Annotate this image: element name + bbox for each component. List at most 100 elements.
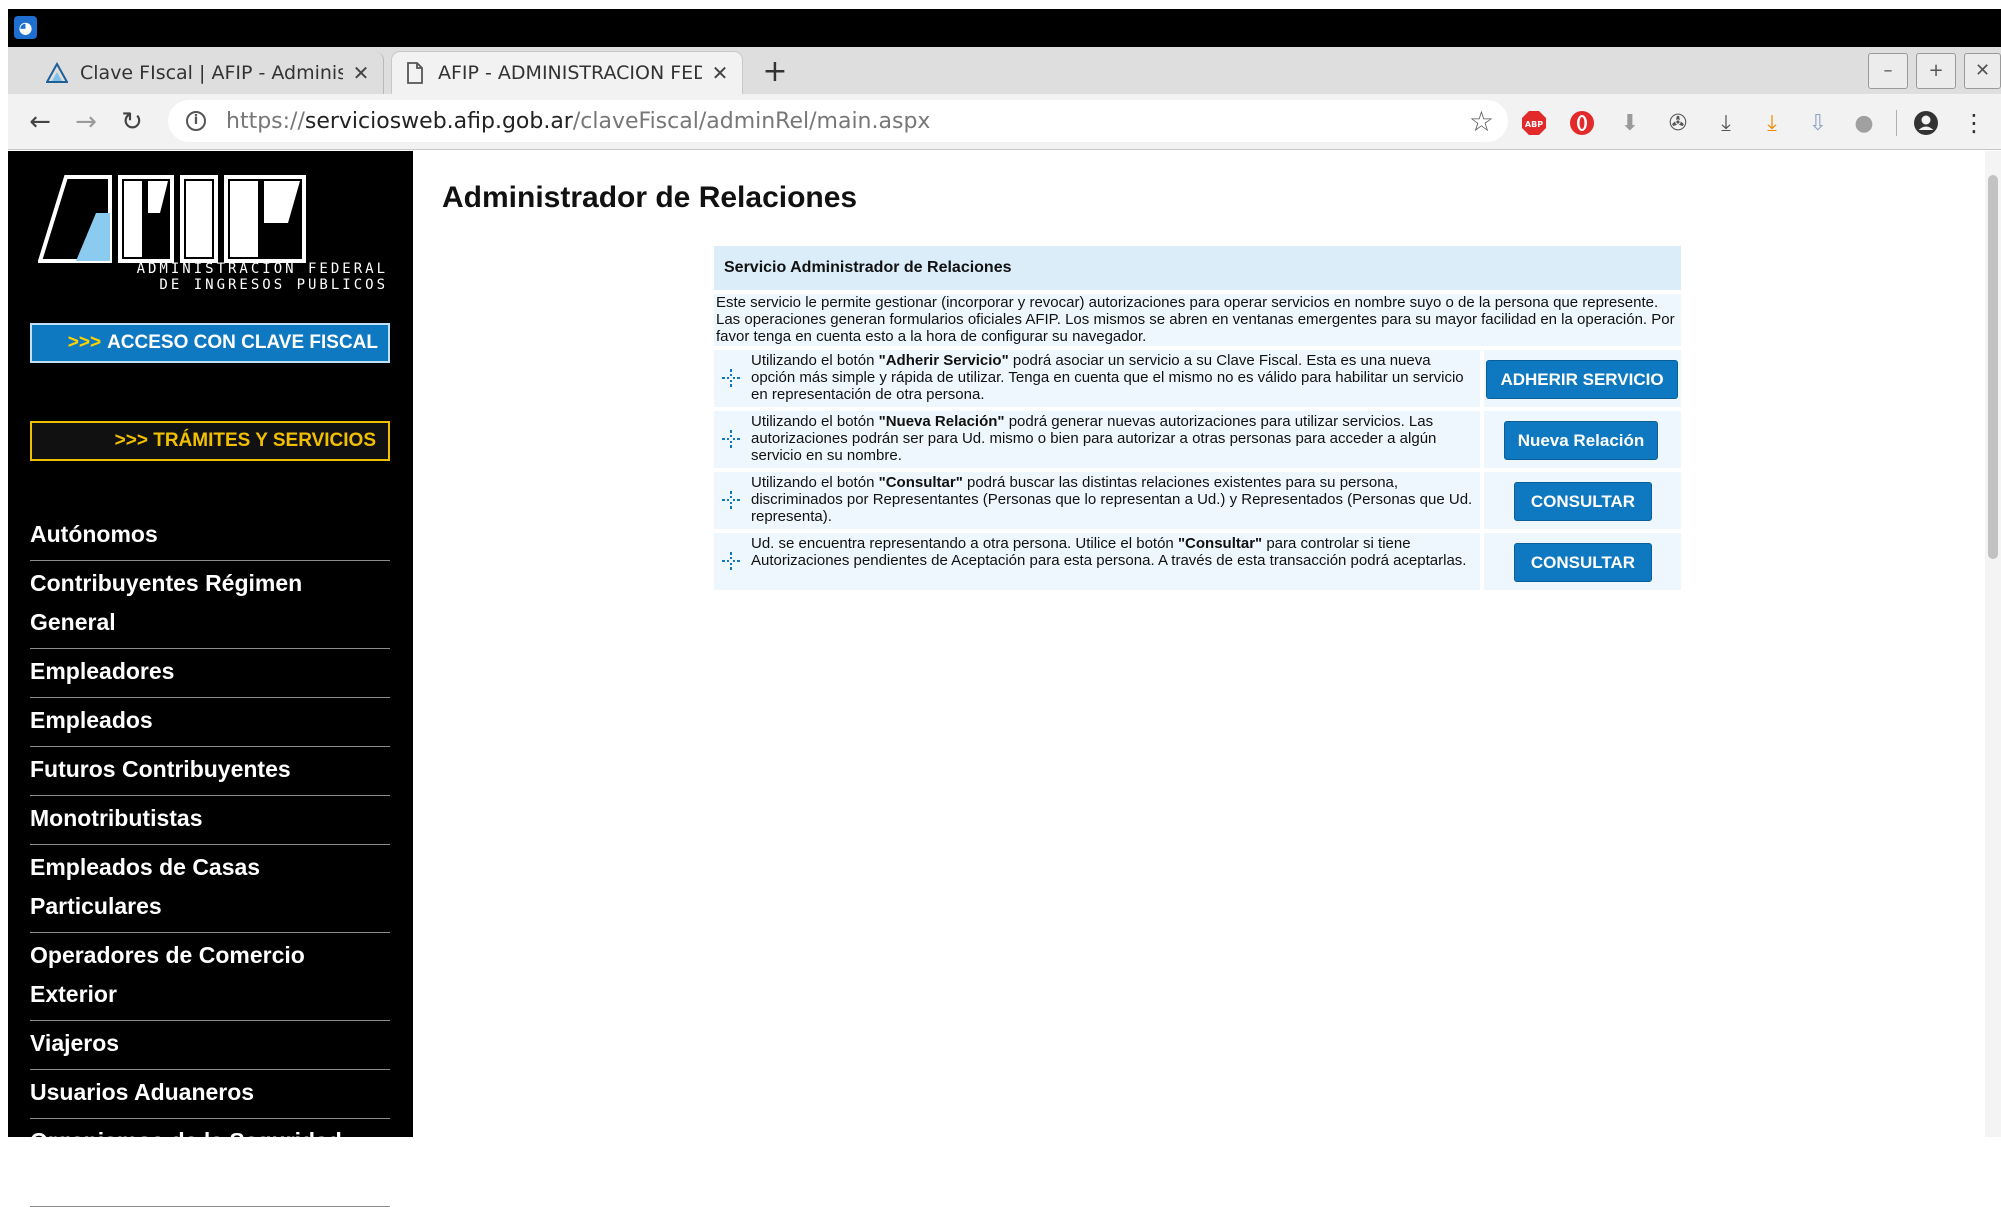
- sidebar-item-futuros-contribuyentes[interactable]: Futuros Contribuyentes: [30, 747, 390, 796]
- logo-line-2: DE INGRESOS PUBLICOS: [159, 277, 388, 293]
- crosshair-bullet-icon: [722, 430, 740, 448]
- afip-triangle-icon: [46, 62, 68, 84]
- info-icon[interactable]: i: [186, 111, 206, 131]
- sidebar-item-operadores-comercio-exterior[interactable]: Operadores de Comercio Exterior: [30, 933, 390, 1021]
- consultar-pendientes-button[interactable]: CONSULTAR: [1514, 543, 1652, 582]
- button-cell: CONSULTAR: [1484, 533, 1681, 590]
- adherir-servicio-button[interactable]: ADHERIR SERVICIO: [1486, 360, 1678, 399]
- sidebar-item-label: Contribuyentes Régimen General: [30, 570, 303, 635]
- svg-text:ABP: ABP: [1525, 120, 1543, 129]
- option-description: Utilizando el botón "Adherir Servicio" p…: [714, 350, 1480, 407]
- page-title: Administrador de Relaciones: [442, 181, 858, 214]
- close-tab-icon[interactable]: ✕: [351, 61, 371, 85]
- tab-clave-fiscal[interactable]: Clave FIscal | AFIP - Administra ✕: [34, 52, 384, 94]
- address-bar[interactable]: i https://serviciosweb.afip.gob.ar/clave…: [168, 100, 1508, 142]
- download-gray2-icon[interactable]: ⇩: [1804, 109, 1832, 137]
- sidebar-item-viajeros[interactable]: Viajeros: [30, 1021, 390, 1070]
- button-cell: CONSULTAR: [1484, 472, 1681, 529]
- account-icon[interactable]: [1912, 109, 1940, 137]
- sidebar-item-usuarios-aduaneros[interactable]: Usuarios Aduaneros: [30, 1070, 390, 1119]
- sidebar-item-contribuyentes-regimen-general[interactable]: Contribuyentes Régimen General: [30, 561, 390, 649]
- sidebar-item-empleados[interactable]: Empleados: [30, 698, 390, 747]
- admin-relaciones-panel: Servicio Administrador de Relaciones Est…: [714, 246, 1681, 594]
- option-row-consultar-pendientes: Ud. se encuentra representando a otra pe…: [714, 533, 1681, 590]
- window-titlebar: ◕: [8, 9, 2001, 47]
- sidebar-item-label: Operadores de Comercio Exterior: [30, 942, 305, 1007]
- acceso-clave-fiscal-label: ACCESO CON CLAVE FISCAL: [107, 332, 378, 353]
- option-text: Ud. se encuentra representando a otra pe…: [751, 535, 1178, 552]
- afip-logo[interactable]: ADMINISTRACION FEDERAL DE INGRESOS PUBLI…: [37, 173, 393, 313]
- sidebar-item-monotributistas[interactable]: Monotributistas: [30, 796, 390, 845]
- option-button-reference: "Nueva Relación": [878, 413, 1005, 430]
- option-description: Utilizando el botón "Consultar" podrá bu…: [714, 472, 1480, 529]
- puzzle-icon[interactable]: ✇: [1664, 109, 1692, 137]
- crosshair-bullet-icon: [722, 552, 740, 570]
- sidebar-menu: Autónomos Contribuyentes Régimen General…: [30, 512, 390, 1207]
- option-button-reference: "Adherir Servicio": [878, 352, 1009, 369]
- tab-title: AFIP - ADMINISTRACION FEDE: [438, 62, 702, 84]
- scrollbar-thumb[interactable]: [1988, 175, 1998, 559]
- option-text: Utilizando el botón: [751, 352, 879, 369]
- tab-afip-admin[interactable]: AFIP - ADMINISTRACION FEDE ✕: [392, 52, 742, 94]
- crosshair-bullet-icon: [722, 369, 740, 387]
- app-icon[interactable]: ◕: [14, 16, 37, 39]
- sidebar-item-label: Futuros Contribuyentes: [30, 756, 291, 782]
- adblock-icon[interactable]: ABP: [1520, 109, 1548, 137]
- download-orange-icon[interactable]: ⤓: [1758, 109, 1786, 137]
- panel-intro-text: Este servicio le permite gestionar (inco…: [714, 294, 1681, 346]
- button-cell: ADHERIR SERVICIO: [1484, 350, 1681, 407]
- sidebar-item-organismos-seguridad-social[interactable]: Organismos de la Seguridad Social: [30, 1119, 390, 1207]
- menu-icon[interactable]: ⋮: [1960, 109, 1988, 137]
- option-description: Ud. se encuentra representando a otra pe…: [714, 533, 1480, 590]
- consultar-relaciones-button[interactable]: CONSULTAR: [1514, 482, 1652, 521]
- close-window-icon[interactable]: ✕: [1964, 53, 2001, 89]
- close-tab-icon[interactable]: ✕: [710, 61, 730, 85]
- option-text: Utilizando el botón: [751, 474, 879, 491]
- sidebar-item-label: Viajeros: [30, 1030, 120, 1056]
- afip-logo-mark: [37, 175, 306, 263]
- browser-toolbar: ← → ↻ i https://serviciosweb.afip.gob.ar…: [8, 94, 2001, 150]
- tab-strip: Clave FIscal | AFIP - Administra ✕ AFIP …: [8, 47, 2001, 94]
- url-text[interactable]: https://serviciosweb.afip.gob.ar/claveFi…: [226, 109, 930, 134]
- sidebar-item-empleadores[interactable]: Empleadores: [30, 649, 390, 698]
- toolbar-divider: [1896, 110, 1897, 136]
- chat-icon[interactable]: ●: [1850, 109, 1878, 137]
- sidebar-item-empleados-casas-particulares[interactable]: Empleados de Casas Particulares: [30, 845, 390, 933]
- minimize-icon[interactable]: –: [1868, 53, 1908, 89]
- option-description: Utilizando el botón "Nueva Relación" pod…: [714, 411, 1480, 468]
- sidebar-item-label: Usuarios Aduaneros: [30, 1079, 255, 1105]
- forward-icon[interactable]: →: [70, 106, 102, 138]
- button-cell: Nueva Relación: [1484, 411, 1681, 468]
- logo-line-1: ADMINISTRACION FEDERAL: [136, 261, 388, 277]
- tab-title: Clave FIscal | AFIP - Administra: [80, 62, 343, 84]
- acceso-clave-fiscal-button[interactable]: >>> ACCESO CON CLAVE FISCAL: [30, 323, 390, 363]
- crosshair-bullet-icon: [722, 491, 740, 509]
- option-row-nueva-relacion: Utilizando el botón "Nueva Relación" pod…: [714, 411, 1681, 468]
- new-tab-button[interactable]: +: [758, 55, 792, 89]
- os-top-strip: [0, 0, 2001, 9]
- sidebar: ADMINISTRACION FEDERAL DE INGRESOS PUBLI…: [8, 151, 413, 1207]
- page-scrollbar[interactable]: [1985, 151, 2001, 1137]
- opera-icon[interactable]: [1568, 109, 1596, 137]
- option-text: Utilizando el botón: [751, 413, 879, 430]
- url-host: serviciosweb.afip.gob.ar: [304, 109, 573, 134]
- sidebar-item-autonomos[interactable]: Autónomos: [30, 512, 390, 561]
- sidebar-item-label: Empleados de Casas Particulares: [30, 854, 261, 919]
- back-icon[interactable]: ←: [24, 106, 56, 138]
- reload-icon[interactable]: ↻: [116, 106, 148, 138]
- nueva-relacion-button[interactable]: Nueva Relación: [1504, 421, 1658, 460]
- page-icon: [404, 62, 426, 84]
- option-row-adherir: Utilizando el botón "Adherir Servicio" p…: [714, 350, 1681, 407]
- bookmark-star-icon[interactable]: ☆: [1469, 105, 1494, 138]
- download-icon[interactable]: ⤓: [1712, 109, 1740, 137]
- sidebar-item-label: Empleadores: [30, 658, 175, 684]
- sidebar-item-label: Empleados: [30, 707, 153, 733]
- sidebar-item-label: Autónomos: [30, 521, 158, 547]
- option-row-consultar: Utilizando el botón "Consultar" podrá bu…: [714, 472, 1681, 529]
- download-gray-icon[interactable]: ⬇: [1616, 109, 1644, 137]
- option-button-reference: "Consultar": [878, 474, 963, 491]
- maximize-icon[interactable]: +: [1916, 53, 1956, 89]
- tramites-y-servicios-button[interactable]: >>> TRÁMITES Y SERVICIOS: [30, 421, 390, 461]
- option-button-reference: "Consultar": [1177, 535, 1263, 552]
- url-path: /claveFiscal/adminRel/main.aspx: [572, 109, 931, 134]
